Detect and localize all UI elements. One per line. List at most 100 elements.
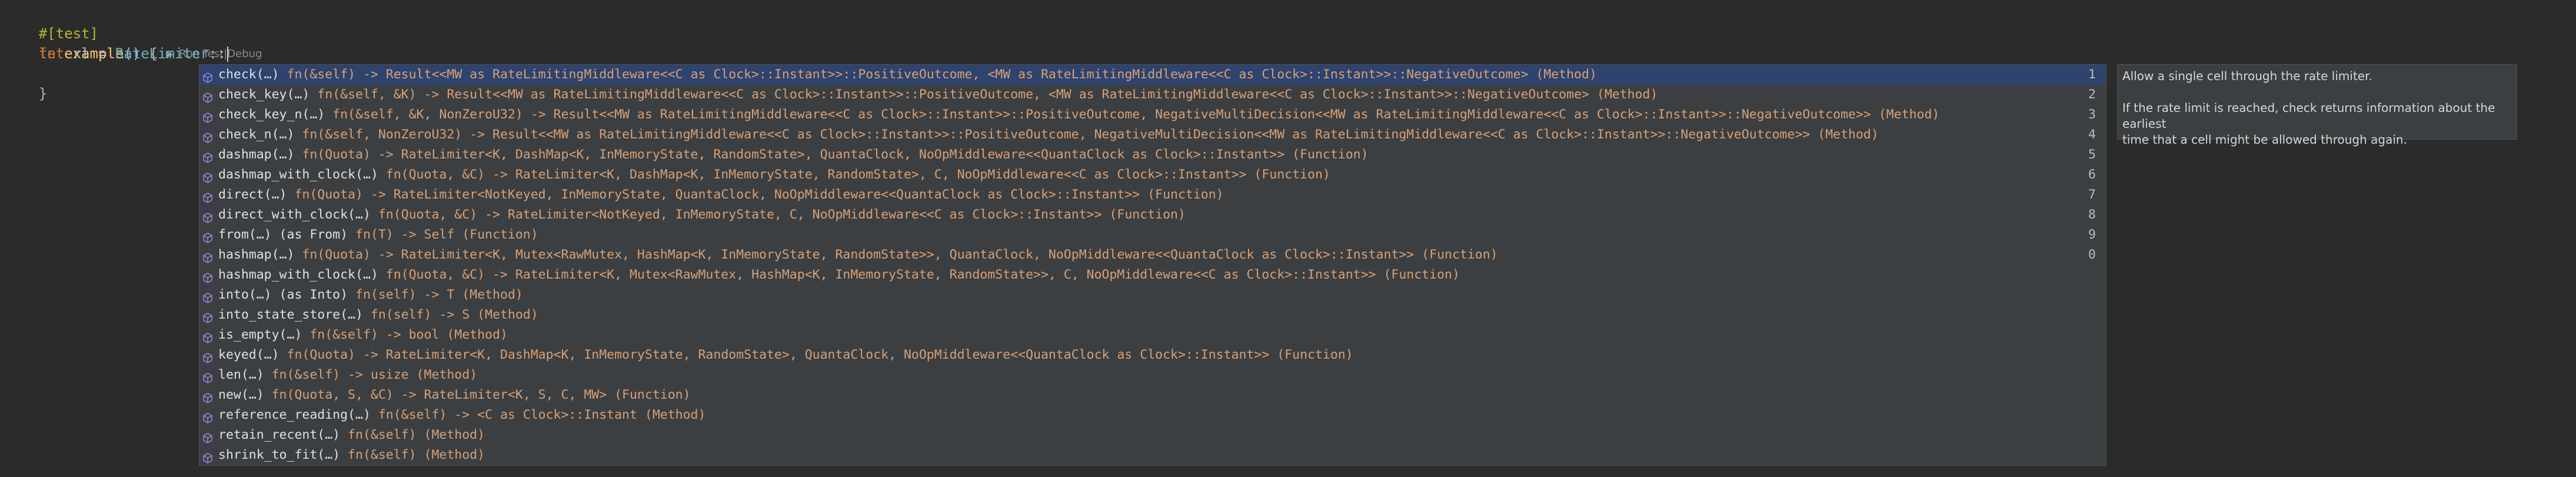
doc-detail-line-2: time that a cell might be allowed throug… [2122, 132, 2407, 147]
cube-icon [202, 210, 213, 223]
cube-icon [202, 350, 213, 363]
closing-brace: } [38, 85, 48, 102]
completion-item-signature: fn(Quota) -> RateLimiter<NotKeyed, InMem… [287, 187, 1224, 202]
completion-item-signature: fn(T) -> Self (Function) [348, 227, 538, 242]
completion-item[interactable]: dashmap(…) fn(Quota) -> RateLimiter<K, D… [199, 145, 2106, 165]
cube-icon [202, 150, 213, 163]
cube-icon [202, 330, 213, 343]
cube-icon [202, 370, 213, 383]
cube-icon [202, 290, 213, 303]
completion-item-name: direct_with_clock(…) [218, 207, 371, 222]
completion-item-shortcut: 6 [2088, 167, 2096, 182]
completion-item-name: new(…) [218, 387, 264, 402]
completion-item[interactable]: shrink_to_fit(…) fn(&self) (Method) [199, 445, 2106, 465]
completion-item-name: check_key(…) [218, 87, 310, 102]
completion-item-signature: fn(&self, &K) -> Result<<MW as RateLimit… [309, 87, 1658, 102]
completion-item-shortcut: 2 [2088, 87, 2096, 102]
completion-item[interactable]: hashmap_with_clock(…) fn(Quota, &C) -> R… [199, 265, 2106, 285]
debug-link[interactable]: Debug [227, 48, 262, 60]
completion-item[interactable]: new(…) fn(Quota, S, &C) -> RateLimiter<K… [199, 385, 2106, 405]
type-name: RateLimiter [115, 45, 209, 62]
completion-item-shortcut: 5 [2088, 147, 2096, 162]
completion-item[interactable]: len(…) fn(&self) -> usize (Method) [199, 365, 2106, 385]
completion-item[interactable]: from(…) (as From) fn(T) -> Self (Functio… [199, 225, 2106, 245]
completion-item-name: dashmap(…) [218, 147, 295, 162]
completion-item-name: len(…) [218, 367, 264, 382]
completion-list[interactable]: check(…) fn(&self) -> Result<<MW as Rate… [199, 65, 2106, 465]
completion-item-name: from(…) (as From) [218, 227, 348, 242]
completion-item-name: keyed(…) [218, 347, 279, 362]
cube-icon [202, 310, 213, 323]
documentation-panel: Allow a single cell through the rate lim… [2117, 64, 2517, 147]
completion-item-signature: fn(&self, NonZeroU32) -> Result<<MW as R… [294, 127, 1879, 142]
completion-item[interactable]: into_state_store(…) fn(self) -> S (Metho… [199, 305, 2106, 325]
completion-item[interactable]: direct_with_clock(…) fn(Quota, &C) -> Ra… [199, 205, 2106, 225]
completion-item[interactable]: check_key(…) fn(&self, &K) -> Result<<MW… [199, 85, 2106, 105]
code-line-3: let rl = RateLimiter:: [5, 44, 228, 64]
completion-item[interactable]: reference_reading(…) fn(&self) -> <C as … [199, 405, 2106, 425]
completion-item-name: shrink_to_fit(…) [218, 448, 341, 462]
completion-item-signature: fn(Quota, &C) -> RateLimiter<NotKeyed, I… [370, 207, 1186, 222]
completion-item[interactable]: retain_recent(…) fn(&self) (Method) [199, 425, 2106, 445]
completion-item-name: dashmap_with_clock(…) [218, 167, 378, 182]
cube-icon [202, 230, 213, 243]
completion-item-name: hashmap_with_clock(…) [218, 267, 378, 282]
cube-icon [202, 170, 213, 183]
cube-icon [202, 450, 213, 463]
completion-item[interactable]: is_empty(…) fn(&self) -> bool (Method) [199, 325, 2106, 345]
completion-item-signature: fn(&self) (Method) [340, 448, 485, 462]
completion-item-signature: fn(Quota, &C) -> RateLimiter<K, DashMap<… [378, 167, 1330, 182]
completion-item-name: hashmap(…) [218, 247, 295, 262]
cube-icon [202, 270, 213, 283]
completion-item[interactable]: check_key_n(…) fn(&self, &K, NonZeroU32)… [199, 105, 2106, 125]
completion-item[interactable]: into(…) (as Into) fn(self) -> T (Method) [199, 285, 2106, 305]
completion-item-name: into_state_store(…) [218, 307, 363, 322]
completion-item-shortcut: 1 [2088, 67, 2096, 82]
doc-summary: Allow a single cell through the rate lim… [2122, 69, 2372, 83]
completion-item-signature: fn(&self) (Method) [340, 428, 485, 442]
completion-item[interactable]: check_n(…) fn(&self, NonZeroU32) -> Resu… [199, 125, 2106, 145]
completion-item[interactable]: direct(…) fn(Quota) -> RateLimiter<NotKe… [199, 185, 2106, 205]
completion-item-signature: fn(&self) -> Result<<MW as RateLimitingM… [279, 67, 1597, 82]
completion-item-shortcut: 7 [2088, 187, 2096, 202]
completion-item-name: reference_reading(…) [218, 408, 371, 422]
completion-item[interactable]: keyed(…) fn(Quota) -> RateLimiter<K, Das… [199, 345, 2106, 365]
completion-item[interactable]: check(…) fn(&self) -> Result<<MW as Rate… [199, 65, 2106, 85]
completion-item-name: into(…) (as Into) [218, 287, 348, 302]
completion-item-shortcut: 8 [2088, 207, 2096, 222]
completion-popup[interactable]: check(…) fn(&self) -> Result<<MW as Rate… [199, 64, 2106, 466]
completion-item-name: check(…) [218, 67, 279, 82]
cube-icon [202, 130, 213, 143]
completion-item-signature: fn(Quota) -> RateLimiter<K, DashMap<K, I… [279, 347, 1353, 362]
cube-icon [202, 69, 213, 83]
completion-item-signature: fn(self) -> T (Method) [348, 287, 523, 302]
cube-icon [202, 430, 213, 443]
code-line-4: } [5, 64, 47, 102]
completion-item-signature: fn(&self) -> <C as Clock>::Instant (Meth… [370, 408, 706, 422]
completion-item-shortcut: 4 [2088, 127, 2096, 142]
cube-icon [202, 110, 213, 123]
completion-item-signature: fn(&self) -> bool (Method) [302, 327, 508, 342]
cube-icon [202, 410, 213, 423]
completion-item-signature: fn(&self, &K, NonZeroU32) -> Result<<MW … [325, 107, 1940, 122]
path-separator: :: [208, 45, 226, 62]
completion-item[interactable]: dashmap_with_clock(…) fn(Quota, &C) -> R… [199, 165, 2106, 185]
completion-item[interactable]: hashmap(…) fn(Quota) -> RateLimiter<K, M… [199, 245, 2106, 265]
cube-icon [202, 250, 213, 263]
completion-item-signature: fn(&self) -> usize (Method) [264, 367, 478, 382]
code-line-2: fn example() {▶ Run Test|Debug [5, 24, 262, 62]
variable-assignment: rl = [64, 45, 115, 62]
completion-item-shortcut: 3 [2088, 107, 2096, 122]
cube-icon [202, 90, 213, 103]
completion-item-name: direct(…) [218, 187, 287, 202]
completion-item-signature: fn(Quota) -> RateLimiter<K, DashMap<K, I… [294, 147, 1369, 162]
completion-item-shortcut: 0 [2088, 247, 2096, 262]
let-keyword: let [38, 45, 65, 62]
completion-item-signature: fn(Quota, S, &C) -> RateLimiter<K, S, C,… [264, 387, 691, 402]
doc-detail-line-1: If the rate limit is reached, check retu… [2122, 101, 2495, 131]
completion-item-signature: fn(self) -> S (Method) [362, 307, 538, 322]
cube-icon [202, 190, 213, 203]
completion-item-signature: fn(Quota) -> RateLimiter<K, Mutex<RawMut… [294, 247, 1498, 262]
completion-item-name: check_n(…) [218, 127, 295, 142]
completion-item-name: retain_recent(…) [218, 428, 341, 442]
